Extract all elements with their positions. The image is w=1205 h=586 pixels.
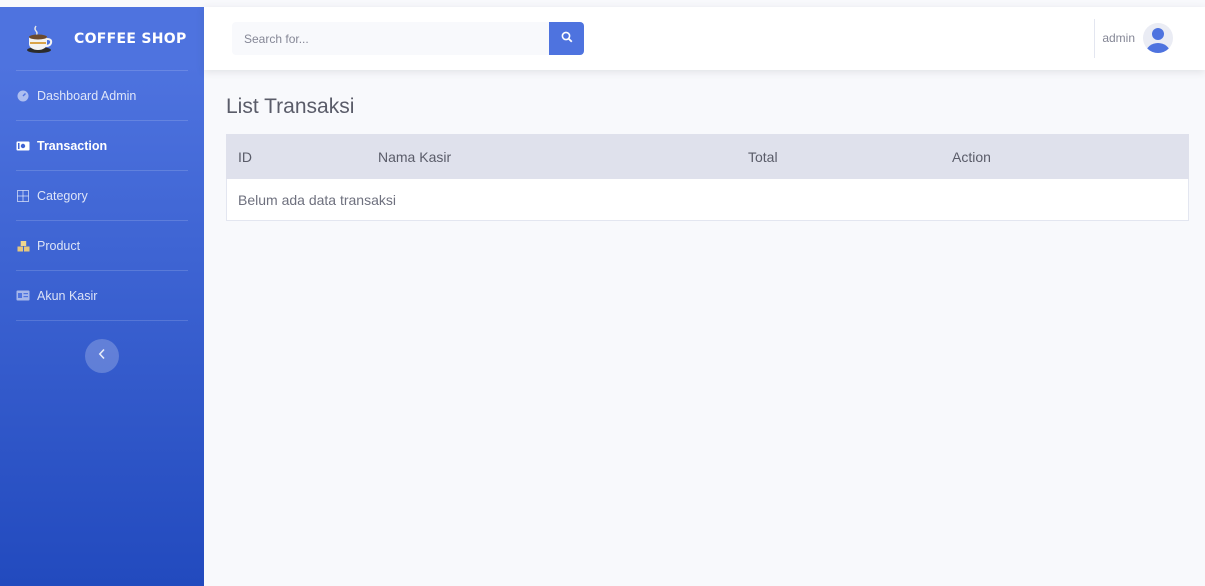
search-input[interactable]: [232, 22, 549, 55]
sidebar-toggle-wrap: [0, 321, 204, 373]
empty-table-message: Belum ada data transaksi: [226, 178, 1189, 221]
sidebar-toggle-button[interactable]: [85, 339, 119, 373]
search-button[interactable]: [549, 22, 584, 55]
coffee-cup-icon: [24, 24, 54, 54]
table-header-row: ID Nama Kasir Total Action: [226, 134, 1189, 179]
brand-name: COFFEE SHOP: [74, 30, 187, 47]
transactions-table: ID Nama Kasir Total Action Belum ada dat…: [226, 134, 1189, 221]
topbar-divider: [1094, 19, 1095, 58]
search-group: [232, 22, 584, 55]
column-header-id: ID: [226, 134, 367, 179]
money-bill-icon: [16, 139, 30, 153]
main-content: List Transaksi ID Nama Kasir Total Actio…: [226, 91, 1189, 221]
sidebar-item-label: Product: [37, 238, 81, 253]
sidebar-brand[interactable]: COFFEE SHOP: [0, 7, 204, 70]
search-icon: [561, 30, 573, 48]
sidebar-item-label: Category: [37, 188, 88, 203]
sidebar-item-category[interactable]: Category: [0, 171, 204, 220]
chevron-left-icon: [98, 347, 106, 365]
column-header-action: Action: [940, 134, 1189, 179]
app-root: COFFEE SHOP Dashboard Admin Transaction …: [0, 7, 1205, 586]
user-dropdown[interactable]: admin: [1102, 23, 1173, 53]
column-header-nama-kasir: Nama Kasir: [366, 134, 737, 179]
boxes-icon: [16, 239, 30, 253]
sidebar-item-akun-kasir[interactable]: Akun Kasir: [0, 271, 204, 320]
sidebar-item-label: Dashboard Admin: [37, 88, 137, 103]
sidebar-item-dashboard-admin[interactable]: Dashboard Admin: [0, 71, 204, 120]
topbar: admin: [204, 7, 1205, 70]
user-name: admin: [1102, 31, 1135, 45]
sidebar-item-product[interactable]: Product: [0, 221, 204, 270]
user-avatar-icon: [1143, 23, 1173, 53]
sidebar-item-label: Akun Kasir: [37, 288, 98, 303]
sidebar: COFFEE SHOP Dashboard Admin Transaction …: [0, 7, 204, 586]
dashboard-icon: [16, 89, 30, 103]
sidebar-item-label: Transaction: [37, 138, 108, 153]
id-card-icon: [16, 289, 30, 303]
column-header-total: Total: [736, 134, 941, 179]
sidebar-item-transaction[interactable]: Transaction: [0, 121, 204, 170]
table-row: Belum ada data transaksi: [226, 178, 1189, 221]
page-title: List Transaksi: [226, 95, 355, 118]
grid-icon: [16, 189, 30, 203]
